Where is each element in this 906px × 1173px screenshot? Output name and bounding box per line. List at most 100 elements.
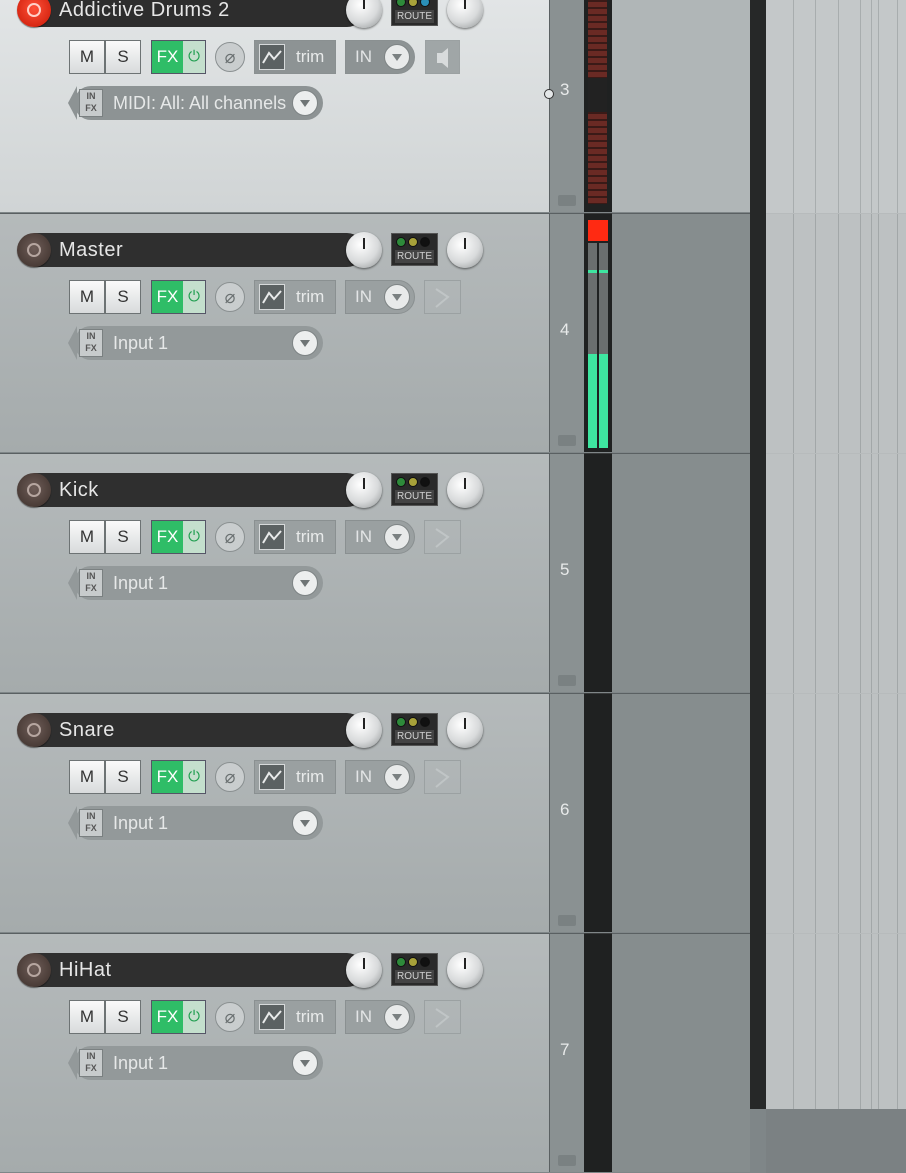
mute-button[interactable]: M: [69, 520, 105, 554]
input-fx-icon[interactable]: IN FX: [79, 569, 103, 597]
chevron-down-icon[interactable]: [292, 810, 318, 836]
timeline-grid[interactable]: [766, 0, 906, 1109]
solo-button[interactable]: S: [105, 760, 141, 794]
phase-invert-icon[interactable]: ⌀: [215, 522, 245, 552]
input-monitor-button[interactable]: IN: [345, 280, 415, 314]
solo-button[interactable]: S: [105, 1000, 141, 1034]
track-number-cell[interactable]: 4: [550, 213, 584, 452]
track-name[interactable]: Addictive Drums 2: [34, 0, 364, 27]
track-meter[interactable]: [584, 453, 612, 692]
fx-button[interactable]: FX ⏻: [151, 40, 206, 74]
chevron-down-icon[interactable]: [292, 1050, 318, 1076]
pan-knob[interactable]: [447, 0, 483, 28]
input-fx-icon[interactable]: IN FX: [79, 89, 103, 117]
pan-knob[interactable]: [447, 712, 483, 748]
chevron-down-icon[interactable]: [384, 1004, 410, 1030]
arrange-lane[interactable]: [612, 933, 750, 1172]
record-input-selector[interactable]: IN FX Input 1: [68, 566, 323, 600]
record-input-selector[interactable]: IN FX MIDI: All: All channels: [68, 86, 323, 120]
fx-button[interactable]: FX ⏻: [151, 520, 206, 554]
fx-bypass-icon[interactable]: ⏻: [183, 1001, 205, 1033]
record-arm-button[interactable]: [17, 473, 51, 507]
phase-invert-icon[interactable]: ⌀: [215, 1002, 245, 1032]
input-fx-icon[interactable]: IN FX: [79, 329, 103, 357]
input-fx-icon[interactable]: IN FX: [79, 1049, 103, 1077]
mute-button[interactable]: M: [69, 280, 105, 314]
monitor-speaker-button[interactable]: [424, 280, 461, 314]
monitor-speaker-button[interactable]: [424, 760, 461, 794]
track-panel[interactable]: HiHat ROUTE M S FX ⏻ ⌀ trim IN IN FX Input 1: [0, 933, 550, 1172]
track-name[interactable]: Kick: [34, 473, 364, 507]
arrange-lane[interactable]: [612, 213, 750, 452]
route-button[interactable]: ROUTE: [391, 953, 438, 986]
chevron-down-icon[interactable]: [292, 90, 318, 116]
folder-icon[interactable]: [558, 675, 576, 686]
input-fx-icon[interactable]: IN FX: [79, 809, 103, 837]
envelope-button[interactable]: trim: [254, 280, 336, 314]
input-monitor-button[interactable]: IN: [345, 1000, 415, 1034]
chevron-down-icon[interactable]: [292, 330, 318, 356]
route-button[interactable]: ROUTE: [391, 0, 438, 26]
chevron-down-icon[interactable]: [384, 764, 410, 790]
solo-button[interactable]: S: [105, 280, 141, 314]
pan-knob[interactable]: [447, 232, 483, 268]
track-panel[interactable]: Addictive Drums 2 ROUTE M S FX ⏻ ⌀ trim IN IN FX MI…: [0, 0, 550, 212]
envelope-button[interactable]: trim: [254, 40, 336, 74]
route-button[interactable]: ROUTE: [391, 713, 438, 746]
track-meter[interactable]: [584, 0, 612, 212]
fx-button[interactable]: FX ⏻: [151, 1000, 206, 1034]
envelope-button[interactable]: trim: [254, 760, 336, 794]
fx-bypass-icon[interactable]: ⏻: [183, 761, 205, 793]
mute-button[interactable]: M: [69, 760, 105, 794]
record-arm-button[interactable]: [17, 713, 51, 747]
mute-button[interactable]: M: [69, 40, 105, 74]
fx-bypass-icon[interactable]: ⏻: [183, 41, 205, 73]
volume-knob[interactable]: [346, 232, 382, 268]
track-meter[interactable]: [584, 213, 612, 452]
envelope-button[interactable]: trim: [254, 520, 336, 554]
folder-icon[interactable]: [558, 1155, 576, 1166]
monitor-speaker-button[interactable]: [424, 520, 461, 554]
folder-icon[interactable]: [558, 435, 576, 446]
track-number-cell[interactable]: 5: [550, 453, 584, 692]
input-monitor-button[interactable]: IN: [345, 520, 415, 554]
input-monitor-button[interactable]: IN: [345, 40, 415, 74]
record-arm-button[interactable]: [17, 953, 51, 987]
clip-indicator[interactable]: [588, 220, 608, 241]
track-meter[interactable]: [584, 693, 612, 932]
track-panel[interactable]: Kick ROUTE M S FX ⏻ ⌀ trim IN IN FX Input 1: [0, 453, 550, 692]
record-arm-button[interactable]: [17, 233, 51, 267]
route-button[interactable]: ROUTE: [391, 233, 438, 266]
track-panel[interactable]: Master ROUTE M S FX ⏻ ⌀ trim IN IN FX Input 1: [0, 213, 550, 452]
phase-invert-icon[interactable]: ⌀: [215, 762, 245, 792]
track-meter[interactable]: [584, 933, 612, 1172]
arrange-lane[interactable]: [612, 453, 750, 692]
track-number-cell[interactable]: 6: [550, 693, 584, 932]
phase-invert-icon[interactable]: ⌀: [215, 282, 245, 312]
chevron-down-icon[interactable]: [292, 570, 318, 596]
record-input-selector[interactable]: IN FX Input 1: [68, 326, 323, 360]
solo-button[interactable]: S: [105, 520, 141, 554]
volume-knob[interactable]: [346, 472, 382, 508]
solo-button[interactable]: S: [105, 40, 141, 74]
mute-button[interactable]: M: [69, 1000, 105, 1034]
track-panel[interactable]: Snare ROUTE M S FX ⏻ ⌀ trim IN IN FX Input 1: [0, 693, 550, 932]
fx-button[interactable]: FX ⏻: [151, 280, 206, 314]
volume-knob[interactable]: [346, 952, 382, 988]
folder-icon[interactable]: [558, 195, 576, 206]
pane-divider[interactable]: [750, 0, 766, 1109]
track-name[interactable]: HiHat: [34, 953, 364, 987]
track-name[interactable]: Snare: [34, 713, 364, 747]
chevron-down-icon[interactable]: [384, 44, 410, 70]
fx-bypass-icon[interactable]: ⏻: [183, 281, 205, 313]
monitor-speaker-button[interactable]: [424, 1000, 461, 1034]
record-input-selector[interactable]: IN FX Input 1: [68, 1046, 323, 1080]
envelope-button[interactable]: trim: [254, 1000, 336, 1034]
arrange-lane[interactable]: [612, 0, 750, 212]
input-monitor-button[interactable]: IN: [345, 760, 415, 794]
chevron-down-icon[interactable]: [384, 524, 410, 550]
track-number-cell[interactable]: 7: [550, 933, 584, 1172]
volume-knob[interactable]: [346, 712, 382, 748]
pan-knob[interactable]: [447, 952, 483, 988]
pan-knob[interactable]: [447, 472, 483, 508]
